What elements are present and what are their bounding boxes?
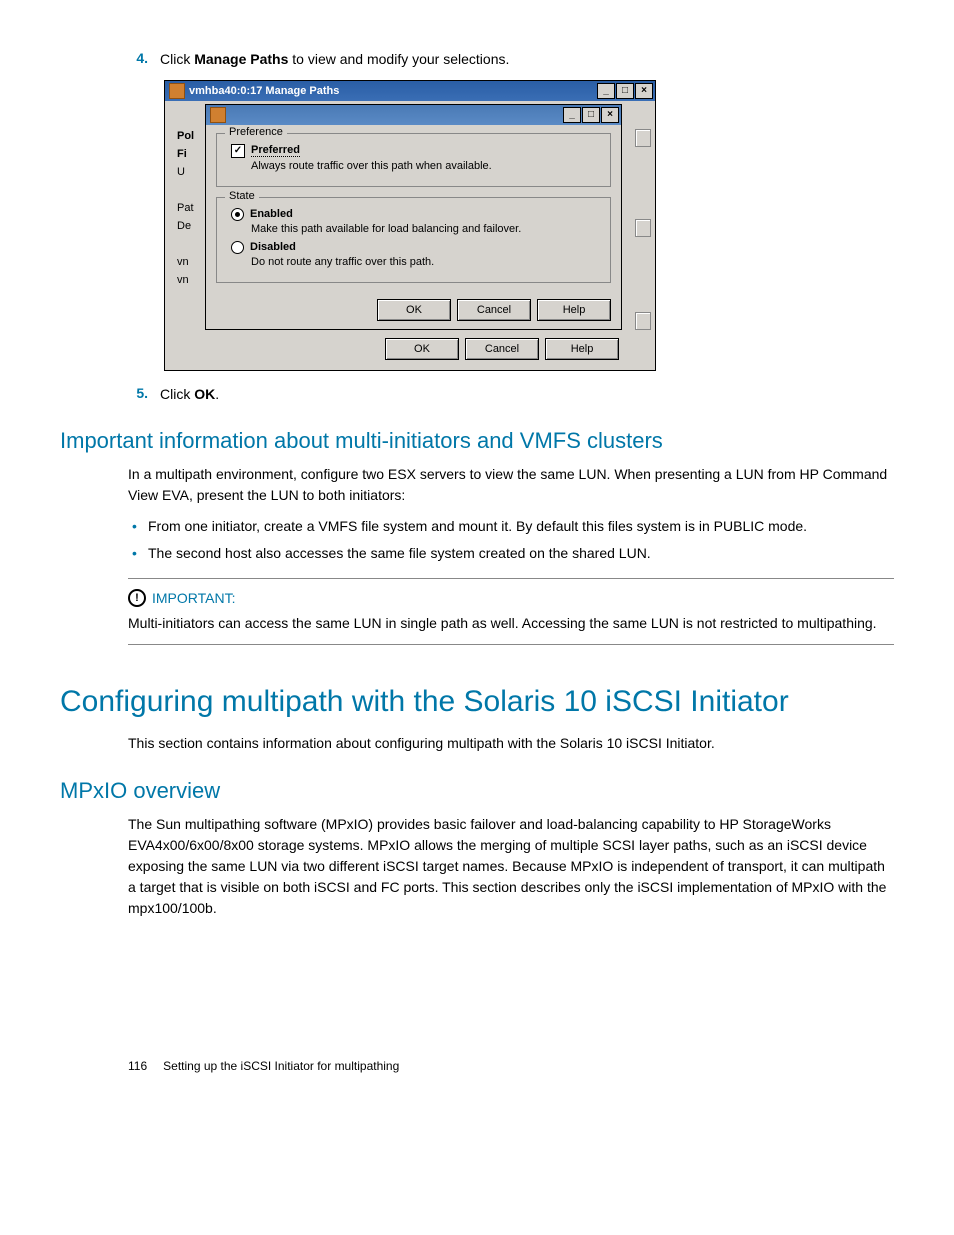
section-heading: Important information about multi-initia… — [60, 428, 894, 454]
enabled-desc: Make this path available for load balanc… — [251, 223, 600, 235]
help-button[interactable]: Help — [537, 299, 611, 321]
callout-body: Multi-initiators can access the same LUN… — [128, 613, 894, 634]
disabled-radio[interactable] — [231, 241, 244, 254]
maximize-button[interactable]: □ — [616, 83, 634, 99]
body-text: The Sun multipathing software (MPxIO) pr… — [128, 814, 894, 919]
clipped-labels: Pol Fi U Pat De vn vn — [177, 127, 194, 289]
preferred-label: Preferred — [251, 144, 300, 157]
page-number: 116 — [128, 1059, 147, 1073]
minimize-button[interactable]: _ — [597, 83, 615, 99]
minimize-button[interactable]: _ — [563, 107, 581, 123]
disabled-desc: Do not route any traffic over this path. — [251, 256, 600, 268]
important-callout: ! IMPORTANT: Multi-initiators can access… — [128, 578, 894, 645]
body-text: This section contains information about … — [128, 733, 894, 754]
footer-section: Setting up the iSCSI Initiator for multi… — [163, 1059, 399, 1073]
cancel-button[interactable]: Cancel — [465, 338, 539, 360]
group-legend: Preference — [225, 126, 287, 138]
ok-button[interactable]: OK — [385, 338, 459, 360]
enabled-label: Enabled — [250, 208, 293, 220]
state-group: State Enabled Make this path available f… — [216, 197, 611, 283]
window-icon — [210, 107, 226, 123]
preference-group: Preference ✓ Preferred Always route traf… — [216, 133, 611, 187]
disabled-label: Disabled — [250, 241, 296, 253]
preferred-checkbox[interactable]: ✓ — [231, 144, 245, 158]
preferred-desc: Always route traffic over this path when… — [251, 160, 600, 172]
close-button[interactable]: × — [601, 107, 619, 123]
step-number: 4. — [120, 50, 160, 70]
step-text: Click Manage Paths to view and modify yo… — [160, 50, 894, 70]
window-icon — [169, 83, 185, 99]
maximize-button[interactable]: □ — [582, 107, 600, 123]
enabled-radio[interactable] — [231, 208, 244, 221]
step-number: 5. — [120, 385, 160, 405]
cancel-button[interactable]: Cancel — [457, 299, 531, 321]
inner-titlebar: _ □ × — [206, 105, 621, 125]
page-footer: 116 Setting up the iSCSI Initiator for m… — [128, 1059, 894, 1073]
section-heading: Configuring multipath with the Solaris 1… — [60, 685, 894, 719]
help-button[interactable]: Help — [545, 338, 619, 360]
ok-button[interactable]: OK — [377, 299, 451, 321]
outer-titlebar: vmhba40:0:17 Manage Paths _ □ × — [165, 81, 655, 101]
group-legend: State — [225, 190, 259, 202]
window-title: vmhba40:0:17 Manage Paths — [189, 85, 596, 97]
callout-label: IMPORTANT: — [152, 590, 236, 606]
list-item: The second host also accesses the same f… — [128, 543, 894, 564]
alert-icon: ! — [128, 589, 146, 607]
list-item: From one initiator, create a VMFS file s… — [128, 516, 894, 537]
close-button[interactable]: × — [635, 83, 653, 99]
body-text: In a multipath environment, configure tw… — [128, 464, 894, 506]
step-text: Click OK. — [160, 385, 894, 405]
inner-dialog: _ □ × Preference ✓ Preferred Always rout… — [205, 104, 622, 330]
scrollbar[interactable] — [635, 129, 651, 330]
manage-paths-dialog: vmhba40:0:17 Manage Paths _ □ × Pol Fi U… — [164, 80, 656, 371]
section-heading: MPxIO overview — [60, 778, 894, 804]
